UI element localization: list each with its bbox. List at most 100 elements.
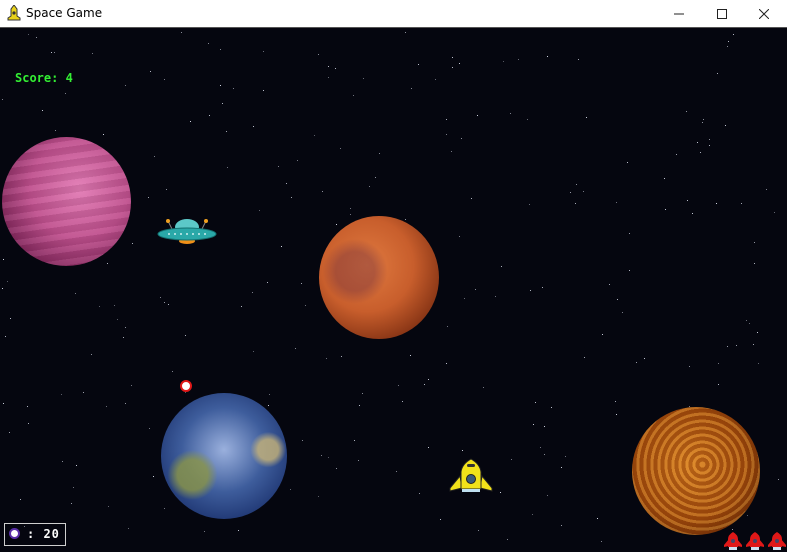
star (511, 459, 512, 460)
star (419, 493, 420, 494)
star (51, 52, 52, 53)
star (435, 79, 436, 80)
star (28, 34, 29, 35)
star (452, 57, 453, 58)
ufo-enemy (157, 219, 217, 244)
star (321, 455, 322, 456)
star (616, 414, 617, 415)
star (291, 197, 292, 198)
star (125, 403, 126, 404)
star (535, 402, 536, 403)
star (335, 68, 336, 69)
earth-planet (161, 393, 287, 519)
star (727, 46, 728, 47)
score-label: Score: 4 (15, 71, 73, 85)
star (190, 121, 191, 122)
star (238, 530, 239, 531)
star (2, 288, 3, 289)
star (286, 183, 287, 184)
star (616, 202, 617, 203)
star (622, 312, 623, 313)
star (290, 489, 291, 490)
star (462, 450, 463, 451)
star (533, 424, 534, 425)
star (125, 85, 126, 86)
star (709, 139, 710, 140)
game-canvas[interactable]: Score: 4 : 20 (0, 28, 787, 552)
star (253, 126, 254, 127)
star (10, 318, 11, 319)
star (128, 528, 129, 529)
star (475, 289, 476, 290)
star (452, 67, 453, 68)
ammo-counter: : 20 (4, 523, 66, 546)
star (222, 103, 223, 104)
star (733, 34, 734, 35)
star (597, 518, 598, 519)
mars-planet (319, 216, 439, 339)
star (664, 178, 665, 179)
star (164, 508, 165, 509)
star (7, 281, 8, 282)
star (28, 423, 29, 424)
star (736, 345, 737, 346)
star (527, 119, 528, 120)
life-rocket-icon (723, 531, 743, 552)
lives-indicator (723, 531, 787, 552)
star (718, 363, 719, 364)
star (362, 393, 363, 394)
star (73, 487, 74, 488)
ammo-icon (9, 528, 20, 539)
star (295, 348, 296, 349)
star (132, 243, 133, 244)
star (716, 203, 717, 204)
star (665, 209, 666, 210)
star (131, 385, 132, 386)
star (428, 379, 429, 380)
star (529, 204, 530, 205)
star (644, 358, 645, 359)
star (340, 148, 341, 149)
maximize-button[interactable] (699, 0, 745, 27)
minimize-button[interactable] (656, 0, 702, 27)
star (123, 337, 124, 338)
star (570, 192, 571, 193)
star (741, 203, 742, 204)
star (107, 263, 108, 264)
close-button[interactable] (741, 0, 787, 27)
star (501, 266, 502, 267)
star (718, 384, 719, 385)
star (774, 212, 775, 213)
pink-planet (2, 137, 131, 266)
star (687, 200, 688, 201)
star (544, 426, 545, 427)
star (575, 203, 576, 204)
star (227, 167, 228, 168)
star (328, 77, 329, 78)
star (396, 471, 397, 472)
maximize-icon (717, 8, 727, 19)
star (185, 392, 186, 393)
star (91, 354, 92, 355)
star (629, 270, 630, 271)
star (758, 363, 759, 364)
star (778, 479, 779, 480)
star (753, 344, 754, 345)
star (36, 37, 37, 38)
star (226, 131, 227, 132)
star (164, 79, 165, 80)
star (477, 115, 478, 116)
close-icon (759, 8, 769, 19)
rocket-app-icon (7, 5, 21, 21)
star (510, 113, 511, 114)
star (204, 531, 205, 532)
star (353, 95, 354, 96)
venus-planet (632, 407, 760, 535)
star (754, 263, 755, 264)
star (76, 465, 77, 466)
star (495, 296, 496, 297)
star (757, 332, 758, 333)
star (689, 366, 690, 367)
star (42, 110, 43, 111)
life-rocket-icon (767, 531, 787, 552)
